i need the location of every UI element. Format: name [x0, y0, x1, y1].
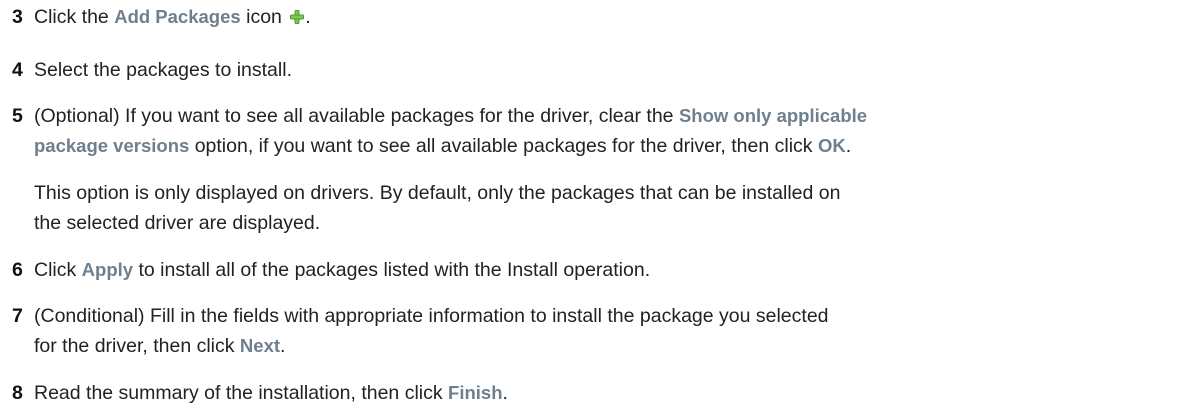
step-text-after: icon [240, 6, 288, 28]
finish-label: Finish [448, 382, 503, 403]
add-packages-label: Add Packages [114, 6, 241, 27]
step-number: 8 [12, 382, 23, 404]
procedure-steps: 3 Click the Add Packages icon . 4 Select… [0, 0, 1178, 418]
next-label: Next [239, 335, 281, 356]
step-number: 6 [12, 259, 23, 281]
apply-label: Apply [81, 259, 134, 280]
step-text-before: for the driver, then click [34, 335, 240, 357]
step-text: (Conditional) Fill in the fields with ap… [34, 305, 829, 327]
step-text-middle: option, if you want to see all available… [189, 135, 818, 157]
show-only-applicable-label: Show only applicable [678, 105, 868, 126]
step-text: Click Apply to install all of the packag… [34, 255, 650, 285]
step-text-before: Click the [34, 6, 115, 28]
step-number: 7 [12, 305, 23, 327]
plus-icon [289, 4, 305, 24]
step-5-line-2: package versions option, if you want to … [34, 131, 851, 161]
step-7-line-2: for the driver, then click Next. [34, 331, 285, 361]
step-text-before: (Optional) If you want to see all availa… [34, 105, 679, 127]
step-text-before: Click [34, 259, 82, 281]
step-text-end: . [280, 335, 286, 357]
step-number: 5 [12, 105, 23, 127]
step-number: 4 [12, 59, 23, 81]
step-text: Click the Add Packages icon . [34, 2, 311, 32]
step-text-end: . [845, 135, 852, 157]
step-text: Read the summary of the installation, th… [34, 378, 508, 408]
step-text-after: to install all of the packages listed wi… [133, 259, 651, 281]
step-5-note-line-2: the selected driver are displayed. [34, 212, 321, 234]
ok-label: OK [817, 135, 846, 156]
step-text-end: . [305, 6, 311, 28]
step-5-note-line-1: This option is only displayed on drivers… [34, 182, 841, 204]
step-text: Select the packages to install. [34, 59, 292, 81]
step-text: (Optional) If you want to see all availa… [34, 101, 867, 131]
step-text-before: Read the summary of the installation, th… [34, 382, 449, 404]
package-versions-label: package versions [34, 135, 190, 156]
step-number: 3 [12, 6, 23, 28]
step-text-end: . [502, 382, 508, 404]
